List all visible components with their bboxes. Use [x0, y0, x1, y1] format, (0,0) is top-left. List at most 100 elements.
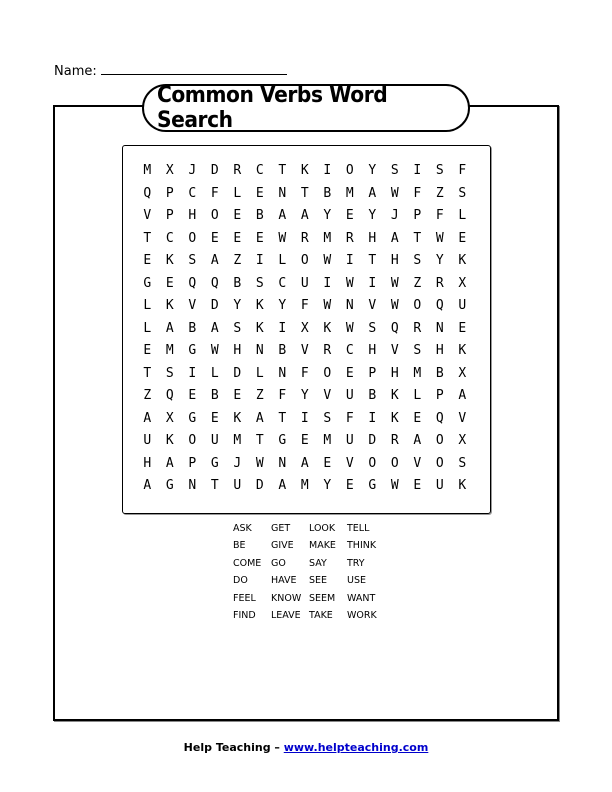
grid-letter: N [278, 365, 287, 381]
grid-letter: X [458, 275, 467, 291]
grid-letter: M [323, 433, 332, 448]
grid-letter: Q [165, 388, 174, 403]
footer-link[interactable]: www.helpteaching.com [284, 741, 429, 754]
grid-letter: O [368, 455, 377, 471]
grid-letter: E [458, 320, 467, 336]
grid-letter: B [278, 343, 287, 358]
grid-letter: V [368, 298, 377, 313]
grid-letter: G [368, 478, 377, 493]
grid-letter: W [390, 275, 399, 291]
grid-letter: O [345, 163, 354, 178]
grid-letter: Y [368, 163, 377, 178]
puzzle-grid: MXJDRCTKIOYSISFQPCFLENTBMAWFZSVPHOEBAAYE… [136, 160, 474, 498]
footer: Help Teaching – www.helpteaching.com [0, 741, 612, 754]
grid-letter: U [435, 478, 444, 493]
grid-letter: K [390, 410, 399, 426]
grid-letter: K [390, 388, 399, 403]
grid-letter: R [390, 433, 399, 448]
grid-letter: Y [368, 208, 377, 223]
grid-letter: B [255, 208, 264, 223]
word-list-item: TELL [347, 523, 370, 534]
grid-letter: U [345, 388, 354, 403]
grid-letter: V [413, 455, 422, 471]
grid-letter: X [300, 320, 309, 336]
grid-letter: K [165, 253, 174, 268]
grid-letter: N [255, 343, 264, 358]
grid-letter: O [188, 230, 197, 246]
grid-letter: F [300, 365, 309, 381]
grid-letter: E [300, 433, 309, 448]
grid-letter: S [458, 455, 467, 471]
grid-letter: A [143, 410, 152, 426]
grid-letter: A [165, 455, 174, 471]
grid-letter: G [143, 275, 152, 291]
grid-letter: Z [233, 253, 242, 268]
grid-letter: S [255, 275, 264, 291]
grid-letter: E [345, 478, 354, 493]
grid-letter: P [165, 185, 174, 201]
footer-text: Help Teaching – [183, 741, 284, 754]
grid-letter: H [143, 455, 152, 471]
grid-letter: A [368, 185, 377, 201]
grid-letter: E [210, 410, 219, 426]
grid-letter: H [390, 253, 399, 268]
grid-letter: N [278, 455, 287, 471]
name-blank-line[interactable] [100, 62, 287, 75]
grid-letter: I [368, 410, 377, 426]
word-list-item: MAKE [309, 540, 336, 552]
grid-letter: L [278, 253, 287, 268]
grid-letter: W [390, 478, 399, 493]
grid-letter: J [233, 455, 242, 471]
grid-letter: Y [323, 478, 332, 493]
grid-letter: S [458, 185, 467, 201]
grid-letter: E [210, 230, 219, 246]
grid-letter: P [413, 208, 422, 223]
grid-letter: F [458, 163, 467, 178]
grid-letter: M [345, 185, 354, 201]
grid-letter: S [233, 320, 242, 336]
grid-letter: D [233, 365, 242, 381]
grid-letter: O [323, 365, 332, 381]
grid-letter: L [233, 185, 242, 201]
word-list-item: SAY [309, 557, 327, 569]
grid-letter: R [233, 163, 242, 178]
grid-letter: P [188, 455, 197, 471]
grid-letter: S [165, 365, 174, 381]
title-banner: Common Verbs Word Search [142, 83, 470, 133]
grid-letter: Z [413, 275, 422, 291]
grid-letter: X [458, 433, 467, 448]
grid-letter: K [458, 253, 467, 268]
grid-letter: O [188, 433, 197, 448]
grid-letter: Y [278, 298, 287, 313]
grid-letter: S [390, 163, 399, 178]
grid-letter: E [413, 478, 422, 493]
word-list-item: GET [271, 523, 291, 534]
word-list-item: SEEM [309, 592, 336, 604]
grid-letter: F [210, 185, 219, 201]
grid-letter: A [390, 230, 399, 246]
grid-letter: K [300, 163, 309, 178]
grid-letter: W [345, 275, 354, 291]
grid-letter: H [233, 343, 242, 358]
grid-letter: B [323, 185, 332, 201]
grid-letter: D [368, 433, 377, 448]
grid-letter: M [233, 433, 242, 448]
grid-letter: X [458, 365, 467, 381]
grid-letter: U [345, 433, 354, 448]
grid-letter: A [413, 433, 422, 448]
grid-letter: I [368, 275, 377, 291]
grid-letter: L [143, 298, 152, 313]
grid-letter: T [278, 163, 287, 178]
grid-letter: D [210, 298, 219, 313]
grid-letter: A [255, 410, 264, 426]
grid-letter: E [233, 230, 242, 246]
grid-letter: K [458, 343, 467, 358]
grid-letter: Z [255, 388, 264, 403]
grid-letter: T [368, 253, 377, 268]
grid-letter: G [165, 478, 174, 493]
grid-letter: G [188, 410, 197, 426]
grid-letter: K [458, 478, 467, 493]
grid-letter: T [278, 410, 287, 426]
grid-letter: A [210, 320, 219, 336]
word-list-item: THINK [347, 540, 377, 552]
